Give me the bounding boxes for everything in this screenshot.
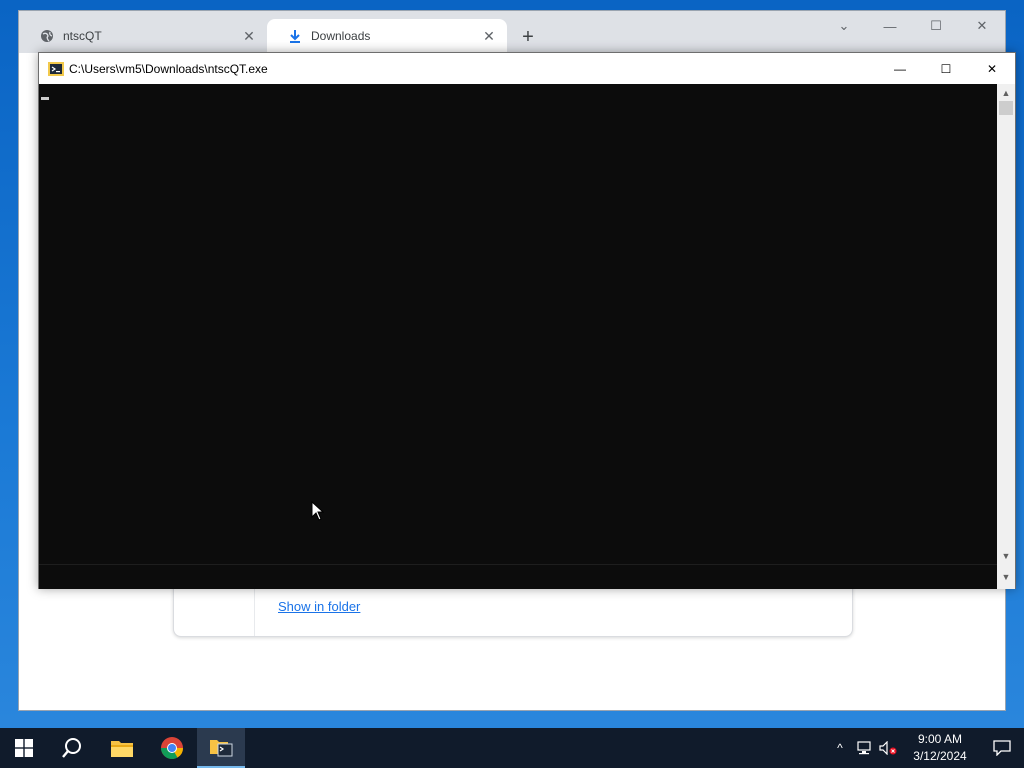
tab-label: Downloads	[311, 29, 371, 43]
scroll-down-arrow-icon[interactable]: ▼	[997, 547, 1015, 564]
tab-label: ntscQT	[63, 29, 102, 43]
clock-date: 3/12/2024	[913, 749, 967, 763]
console-title: C:\Users\vm5\Downloads\ntscQT.exe	[69, 61, 268, 76]
console-titlebar[interactable]: C:\Users\vm5\Downloads\ntscQT.exe — ☐ ✕	[39, 53, 1015, 84]
show-hidden-icons-chevron-icon[interactable]: ^	[828, 728, 852, 768]
file-explorer-button[interactable]	[98, 728, 146, 768]
globe-icon	[39, 28, 55, 44]
taskbar: ^ 9:00 AM 3/12/2024	[0, 728, 1024, 768]
notification-center-button[interactable]	[980, 728, 1024, 768]
network-icon[interactable]	[852, 728, 876, 768]
scroll-down-arrow-icon[interactable]: ▼	[997, 564, 1015, 589]
maximize-button[interactable]: ☐	[923, 53, 969, 84]
console-task-icon	[210, 740, 233, 757]
close-icon[interactable]: ✕	[481, 28, 497, 44]
clock-time: 9:00 AM	[917, 732, 963, 746]
console-taskbar-button[interactable]	[197, 728, 245, 768]
console-window-controls: — ☐ ✕	[877, 53, 1015, 84]
minimize-button[interactable]: —	[867, 11, 913, 41]
vertical-scrollbar[interactable]: ▲ ▼	[997, 84, 1015, 564]
search-icon	[62, 738, 81, 758]
scrollbar-thumb[interactable]	[999, 101, 1013, 115]
minimize-button[interactable]: —	[877, 53, 923, 84]
search-button[interactable]	[48, 728, 96, 768]
system-tray: ^ 9:00 AM 3/12/2024	[828, 728, 1024, 768]
tab-downloads[interactable]: Downloads ✕	[267, 19, 507, 53]
chrome-button[interactable]	[148, 728, 196, 768]
chrome-icon	[161, 737, 183, 759]
scroll-up-arrow-icon[interactable]: ▲	[997, 84, 1015, 101]
console-app-icon	[48, 61, 64, 77]
tab-ntscqt[interactable]: ntscQT ✕	[19, 19, 267, 53]
text-cursor	[41, 97, 49, 100]
file-explorer-icon	[111, 741, 133, 757]
download-icon	[287, 28, 303, 44]
console-window[interactable]: C:\Users\vm5\Downloads\ntscQT.exe — ☐ ✕ …	[38, 52, 1016, 589]
volume-muted-icon[interactable]	[876, 728, 900, 768]
show-in-folder-link[interactable]: Show in folder	[278, 599, 360, 614]
tab-search-icon[interactable]: ⌄	[821, 11, 867, 41]
start-button[interactable]	[0, 728, 48, 768]
maximize-button[interactable]: ☐	[913, 11, 959, 41]
start-icon	[15, 739, 33, 757]
close-button[interactable]: ✕	[959, 11, 1005, 41]
close-icon[interactable]: ✕	[241, 28, 257, 44]
clock[interactable]: 9:00 AM 3/12/2024	[900, 731, 980, 765]
notification-icon	[993, 740, 1011, 756]
browser-window-controls: ⌄ — ☐ ✕	[821, 11, 1005, 41]
console-lower-area	[39, 564, 998, 589]
mouse-pointer-icon	[311, 501, 325, 521]
close-button[interactable]: ✕	[969, 53, 1015, 84]
console-output-area[interactable]	[39, 84, 998, 564]
new-tab-button[interactable]: +	[517, 26, 539, 48]
tab-strip: ntscQT ✕ Downloads ✕ + ⌄ — ☐ ✕	[19, 11, 1005, 53]
